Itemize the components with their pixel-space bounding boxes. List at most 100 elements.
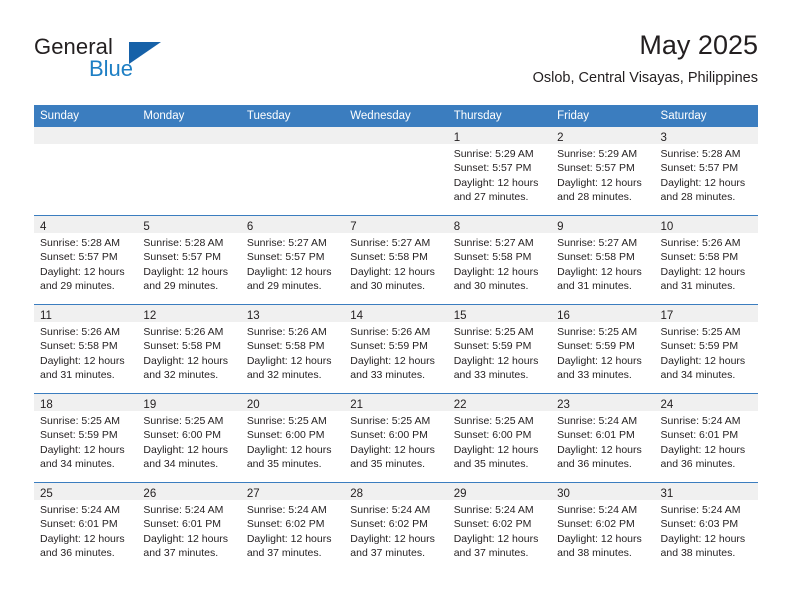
day-cell-empty [34, 127, 138, 216]
day-cell[interactable]: 18 Sunrise: 5:25 AM Sunset: 5:59 PM Dayl… [34, 393, 138, 483]
day-number-band: 3 [654, 127, 758, 144]
day-cell[interactable]: 21 Sunrise: 5:25 AM Sunset: 6:00 PM Dayl… [344, 393, 448, 483]
day-cell[interactable]: 10 Sunrise: 5:26 AM Sunset: 5:58 PM Dayl… [654, 215, 758, 305]
day-cell[interactable]: 14 Sunrise: 5:26 AM Sunset: 5:59 PM Dayl… [344, 304, 448, 394]
day-cell-body: Sunrise: 5:26 AM Sunset: 5:58 PM Dayligh… [655, 233, 758, 294]
sunrise-text: Sunrise: 5:28 AM [143, 237, 224, 249]
day-number-band: 10 [654, 216, 758, 233]
day-number-band: 7 [344, 216, 448, 233]
day-cell[interactable]: 1 Sunrise: 5:29 AM Sunset: 5:57 PM Dayli… [447, 127, 552, 216]
day-number-band: 18 [34, 394, 138, 411]
daylight-text-line2: and 31 minutes. [557, 280, 632, 293]
day-number: 14 [350, 310, 364, 322]
day-number-band: 31 [654, 483, 758, 500]
day-cell[interactable]: 11 Sunrise: 5:26 AM Sunset: 5:58 PM Dayl… [34, 304, 138, 394]
day-cell[interactable]: 20 Sunrise: 5:25 AM Sunset: 6:00 PM Dayl… [240, 393, 345, 483]
day-cell-body: Sunrise: 5:24 AM Sunset: 6:01 PM Dayligh… [551, 411, 654, 472]
daylight-text-line1: Daylight: 12 hours [557, 354, 642, 367]
day-cell[interactable]: 5 Sunrise: 5:28 AM Sunset: 5:57 PM Dayli… [137, 215, 241, 305]
sunset-text: Sunset: 6:02 PM [557, 518, 635, 531]
day-cell[interactable]: 15 Sunrise: 5:25 AM Sunset: 5:59 PM Dayl… [447, 304, 552, 394]
sunset-text: Sunset: 5:58 PM [350, 251, 428, 264]
daylight-text-line1: Daylight: 12 hours [660, 176, 746, 189]
sunrise-text: Sunrise: 5:24 AM [246, 504, 327, 516]
day-cell[interactable]: 12 Sunrise: 5:26 AM Sunset: 5:58 PM Dayl… [137, 304, 241, 394]
daylight-text-line1: Daylight: 12 hours [143, 443, 229, 456]
sunset-text: Sunset: 5:57 PM [40, 251, 118, 264]
day-number-band: 9 [551, 216, 655, 233]
day-cell[interactable]: 19 Sunrise: 5:25 AM Sunset: 6:00 PM Dayl… [137, 393, 241, 483]
day-cell[interactable]: 13 Sunrise: 5:26 AM Sunset: 5:58 PM Dayl… [240, 304, 345, 394]
day-cell[interactable]: 22 Sunrise: 5:25 AM Sunset: 6:00 PM Dayl… [447, 393, 552, 483]
sunrise-text: Sunrise: 5:29 AM [453, 148, 534, 160]
weekday-header-row: Sunday Monday Tuesday Wednesday Thursday… [34, 105, 758, 127]
sunset-text: Sunset: 6:03 PM [660, 518, 739, 531]
day-cell[interactable]: 2 Sunrise: 5:29 AM Sunset: 5:57 PM Dayli… [551, 127, 655, 216]
sunrise-text: Sunrise: 5:25 AM [40, 415, 120, 427]
sunrise-text: Sunrise: 5:28 AM [660, 148, 741, 160]
day-cell[interactable]: 26 Sunrise: 5:24 AM Sunset: 6:01 PM Dayl… [137, 482, 241, 571]
page-header: General Blue May 2025 Oslob, Central Vis… [34, 28, 758, 96]
day-number: 1 [453, 132, 461, 144]
daylight-text-line2: and 29 minutes. [40, 280, 115, 293]
day-number-band: 15 [447, 305, 552, 322]
day-number: 9 [557, 221, 564, 233]
day-cell[interactable]: 31 Sunrise: 5:24 AM Sunset: 6:03 PM Dayl… [654, 482, 758, 571]
daylight-text-line1: Daylight: 12 hours [40, 532, 125, 545]
day-cell-body: Sunrise: 5:27 AM Sunset: 5:58 PM Dayligh… [344, 233, 447, 294]
sunset-text: Sunset: 6:01 PM [143, 518, 222, 531]
sunrise-sunset-calendar: Sunday Monday Tuesday Wednesday Thursday… [34, 105, 758, 571]
day-cell[interactable]: 7 Sunrise: 5:27 AM Sunset: 5:58 PM Dayli… [344, 215, 448, 305]
day-cell[interactable]: 6 Sunrise: 5:27 AM Sunset: 5:57 PM Dayli… [240, 215, 345, 305]
daylight-text-line2: and 36 minutes. [557, 458, 632, 471]
sunset-text: Sunset: 5:57 PM [453, 162, 532, 175]
day-cell[interactable]: 3 Sunrise: 5:28 AM Sunset: 5:57 PM Dayli… [654, 127, 758, 216]
day-cell-body: Sunrise: 5:24 AM Sunset: 6:02 PM Dayligh… [241, 500, 344, 561]
sunrise-text: Sunrise: 5:25 AM [660, 326, 741, 338]
sunset-text: Sunset: 5:58 PM [557, 251, 635, 264]
day-number-band: 1 [447, 127, 552, 144]
daylight-text-line2: and 27 minutes. [453, 191, 529, 204]
day-cell[interactable]: 25 Sunrise: 5:24 AM Sunset: 6:01 PM Dayl… [34, 482, 138, 571]
day-cell[interactable]: 29 Sunrise: 5:24 AM Sunset: 6:02 PM Dayl… [447, 482, 552, 571]
day-number: 26 [143, 488, 157, 500]
day-cell-body: Sunrise: 5:28 AM Sunset: 5:57 PM Dayligh… [34, 233, 137, 294]
day-cell[interactable]: 28 Sunrise: 5:24 AM Sunset: 6:02 PM Dayl… [344, 482, 448, 571]
daylight-text-line2: and 30 minutes. [350, 280, 425, 293]
day-cell[interactable]: 16 Sunrise: 5:25 AM Sunset: 5:59 PM Dayl… [551, 304, 655, 394]
sunrise-text: Sunrise: 5:25 AM [350, 415, 431, 427]
daylight-text-line2: and 36 minutes. [40, 547, 115, 560]
day-number-band: 23 [551, 394, 655, 411]
sunset-text: Sunset: 5:59 PM [40, 429, 118, 442]
daylight-text-line1: Daylight: 12 hours [453, 265, 539, 278]
day-number-band: 16 [551, 305, 655, 322]
daylight-text-line2: and 38 minutes. [557, 547, 632, 560]
day-number-band: 29 [447, 483, 552, 500]
sunset-text: Sunset: 5:59 PM [350, 340, 428, 353]
day-number: 12 [143, 310, 157, 322]
day-cell[interactable]: 24 Sunrise: 5:24 AM Sunset: 6:01 PM Dayl… [654, 393, 758, 483]
day-cell-body: Sunrise: 5:26 AM Sunset: 5:58 PM Dayligh… [34, 322, 137, 383]
daylight-text-line2: and 37 minutes. [453, 547, 529, 560]
sunrise-text: Sunrise: 5:24 AM [143, 504, 224, 516]
day-cell[interactable]: 23 Sunrise: 5:24 AM Sunset: 6:01 PM Dayl… [551, 393, 655, 483]
sunrise-text: Sunrise: 5:26 AM [660, 237, 741, 249]
sunrise-text: Sunrise: 5:24 AM [557, 504, 638, 516]
day-number-band: 6 [240, 216, 345, 233]
day-cell[interactable]: 30 Sunrise: 5:24 AM Sunset: 6:02 PM Dayl… [551, 482, 655, 571]
day-cell[interactable]: 9 Sunrise: 5:27 AM Sunset: 5:58 PM Dayli… [551, 215, 655, 305]
day-number: 2 [557, 132, 564, 144]
daylight-text-line1: Daylight: 12 hours [143, 265, 229, 278]
brand-logo[interactable]: General Blue [34, 34, 244, 90]
day-number-band: 28 [344, 483, 448, 500]
sunrise-text: Sunrise: 5:29 AM [557, 148, 638, 160]
day-cell[interactable]: 8 Sunrise: 5:27 AM Sunset: 5:58 PM Dayli… [447, 215, 552, 305]
sunset-text: Sunset: 5:57 PM [246, 251, 325, 264]
triangle-icon [129, 42, 161, 64]
day-cell[interactable]: 4 Sunrise: 5:28 AM Sunset: 5:57 PM Dayli… [34, 215, 138, 305]
day-number-band [34, 127, 138, 144]
calendar-body: 1 Sunrise: 5:29 AM Sunset: 5:57 PM Dayli… [34, 127, 758, 571]
day-cell[interactable]: 17 Sunrise: 5:25 AM Sunset: 5:59 PM Dayl… [654, 304, 758, 394]
day-cell[interactable]: 27 Sunrise: 5:24 AM Sunset: 6:02 PM Dayl… [240, 482, 345, 571]
sunset-text: Sunset: 6:02 PM [453, 518, 532, 531]
